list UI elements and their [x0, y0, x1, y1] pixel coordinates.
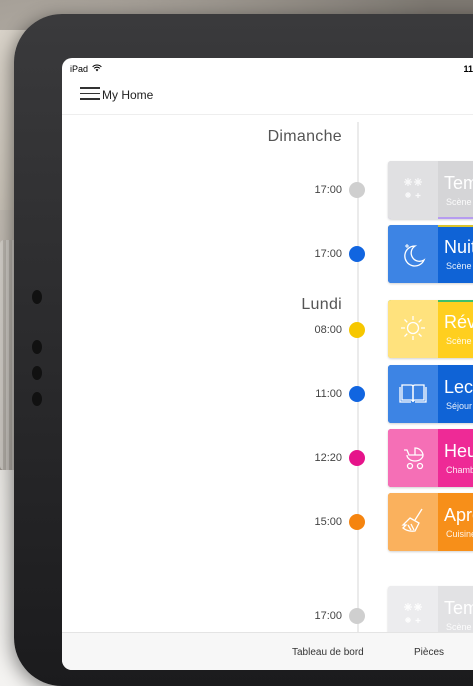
card-icon-box — [388, 365, 438, 423]
event-time: 08:00 — [314, 324, 342, 336]
snowflake-icon — [404, 178, 422, 198]
nav-divider — [62, 114, 473, 115]
timeline-dot — [349, 450, 365, 466]
ipad-device: iPad 11:34 My Home Dimanche 17:00 — [14, 14, 473, 686]
nav-bar: My Home — [62, 80, 473, 112]
timeline-line — [357, 122, 359, 642]
card-icon-box — [388, 493, 438, 551]
page-title: My Home — [102, 88, 154, 102]
scene-card[interactable]: Temp Scène — [388, 161, 473, 219]
scene-room: Scène — [446, 622, 472, 632]
device-button — [32, 290, 42, 304]
scene-room: Séjour — [446, 401, 473, 411]
app-screen: iPad 11:34 My Home Dimanche 17:00 — [62, 58, 473, 670]
timeline-dot — [349, 322, 365, 338]
tab-rooms[interactable]: Pièces — [414, 647, 444, 658]
event-time: 15:00 — [314, 516, 342, 528]
scene-card[interactable]: Aprè Cuisine — [388, 493, 473, 551]
book-icon — [399, 384, 427, 403]
device-button — [32, 366, 42, 380]
hamburger-menu-icon[interactable] — [80, 87, 100, 101]
event-time: 12:20 — [314, 452, 342, 464]
tab-dashboard[interactable]: Tableau de bord — [292, 647, 364, 658]
card-icon-box — [388, 161, 438, 219]
tab-bar: Tableau de bord Pièces — [62, 632, 473, 670]
scene-room: Scène — [446, 336, 472, 346]
scene-card[interactable]: Nuit Scène — [388, 225, 473, 283]
scene-room: Scène — [446, 197, 472, 207]
card-icon-box — [388, 225, 438, 283]
status-time: 11:34 — [463, 64, 473, 74]
event-time: 17:00 — [314, 248, 342, 260]
timeline-dot — [349, 182, 365, 198]
timeline-dot — [349, 514, 365, 530]
scene-card[interactable]: Heur Chamb — [388, 429, 473, 487]
device-button — [32, 392, 42, 406]
scene-name: Nuit — [444, 237, 473, 257]
scene-room: Chamb — [446, 465, 473, 475]
event-time: 17:00 — [314, 184, 342, 196]
sun-icon — [401, 316, 425, 340]
status-bar: iPad 11:34 — [62, 58, 473, 78]
wifi-icon — [92, 64, 102, 72]
broom-icon — [401, 508, 423, 532]
status-device-name: iPad — [70, 64, 89, 74]
scene-room: Scène — [446, 261, 472, 271]
scene-name: Heur — [444, 441, 473, 461]
event-time: 11:00 — [315, 388, 342, 400]
scene-room: Cuisine — [446, 529, 473, 539]
scene-card[interactable]: Lect Séjour — [388, 365, 473, 423]
timeline-dot — [349, 246, 365, 262]
scene-name: Temp — [444, 173, 473, 193]
scene-name: Aprè — [444, 505, 473, 525]
scene-name: Réve — [444, 312, 473, 332]
day-label: Lundi — [301, 296, 342, 313]
day-label: Dimanche — [267, 128, 342, 145]
scene-card[interactable]: Réve Scène — [388, 300, 473, 358]
card-icon-box — [388, 429, 438, 487]
scene-name: Lect — [444, 377, 473, 397]
event-time: 17:00 — [314, 610, 342, 622]
timeline-dot — [349, 608, 365, 624]
snowflake-icon — [404, 603, 422, 623]
stroller-icon — [404, 447, 424, 470]
scene-name: Temp — [444, 598, 473, 618]
timeline-dot — [349, 386, 365, 402]
card-icon-box — [388, 300, 438, 358]
moon-icon — [404, 244, 426, 267]
device-button — [32, 340, 42, 354]
